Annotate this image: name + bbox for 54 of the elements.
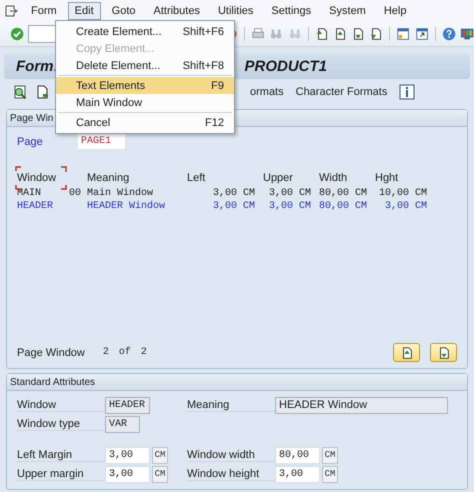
table-cell[interactable]: HEADER bbox=[17, 201, 69, 212]
column-header: Left bbox=[187, 171, 206, 186]
pager-of: of bbox=[118, 347, 131, 358]
table-cell-text: Main Window bbox=[87, 188, 154, 199]
table-cell-text: 10,00 CM bbox=[378, 188, 427, 199]
pager-label: Page Window bbox=[17, 346, 85, 358]
table-cell-text: 3,00 CM bbox=[268, 201, 311, 212]
screen-title: Form: bbox=[16, 58, 58, 74]
menu-item[interactable]: Form bbox=[24, 2, 64, 20]
table-cell-text: 00 bbox=[69, 188, 82, 199]
table-cell-text: 3,00 CM bbox=[212, 201, 255, 212]
column-header: Width bbox=[318, 171, 348, 186]
table-cell-text: 3,00 CM bbox=[212, 188, 255, 199]
menu-item[interactable]: Edit bbox=[68, 2, 101, 20]
menu-option[interactable]: Text Elements F9 bbox=[56, 77, 234, 94]
menu-option[interactable]: Main Window bbox=[56, 94, 234, 111]
toolbar-label[interactable]: ormats bbox=[250, 86, 284, 98]
panel-title: Page Win bbox=[10, 112, 54, 124]
page-field[interactable]: PAGE1 bbox=[77, 133, 126, 150]
menu-item[interactable]: Attributes bbox=[146, 2, 207, 20]
input-field[interactable]: HEADER bbox=[105, 397, 150, 414]
field-label: Page bbox=[17, 136, 44, 148]
column-header: Hght bbox=[374, 171, 400, 186]
menu-option[interactable]: Delete Element... Shift+F8 bbox=[56, 57, 234, 74]
table-cell-text: 80,00 CM bbox=[318, 188, 367, 199]
pager-total: 2 bbox=[140, 347, 147, 358]
unit-field[interactable]: CM bbox=[152, 447, 168, 464]
input-field[interactable]: 3,00 bbox=[105, 466, 150, 483]
input-field[interactable]: 80,00 bbox=[275, 447, 320, 464]
menu-item[interactable]: Help bbox=[376, 2, 414, 20]
panel-title: Standard Attributes bbox=[10, 376, 96, 388]
unit-field[interactable]: CM bbox=[152, 466, 168, 483]
input-field[interactable]: 3,00 bbox=[275, 466, 320, 483]
input-field[interactable]: HEADER Window bbox=[275, 397, 448, 414]
menu-item[interactable]: Utilities bbox=[210, 2, 260, 20]
menu-item[interactable]: System bbox=[322, 2, 373, 20]
input-field[interactable]: 3,00 bbox=[105, 447, 150, 464]
table-cell-text: 3,00 CM bbox=[268, 188, 311, 199]
menu-item[interactable]: Goto bbox=[104, 2, 142, 20]
menu-item[interactable]: Settings bbox=[264, 2, 318, 20]
table-cell[interactable]: MAIN bbox=[17, 188, 69, 199]
column-header: Upper bbox=[262, 171, 294, 186]
unit-field[interactable]: CM bbox=[322, 466, 338, 483]
table-cell-text: 3,00 CM bbox=[384, 201, 427, 212]
toolbar-label[interactable]: Character Formats bbox=[296, 86, 388, 98]
table-cell-text: HEADER Window bbox=[87, 201, 166, 212]
table-cell-text: 80,00 CM bbox=[318, 201, 367, 212]
column-header: Meaning bbox=[87, 171, 130, 186]
input-field[interactable]: VAR bbox=[105, 416, 140, 433]
menu-option[interactable]: Cancel F12 bbox=[56, 114, 234, 131]
pager-current: 2 bbox=[102, 347, 109, 358]
unit-field[interactable]: CM bbox=[322, 447, 338, 464]
form-name: PRODUCT1 bbox=[244, 58, 328, 74]
column-header: Window bbox=[17, 170, 69, 186]
